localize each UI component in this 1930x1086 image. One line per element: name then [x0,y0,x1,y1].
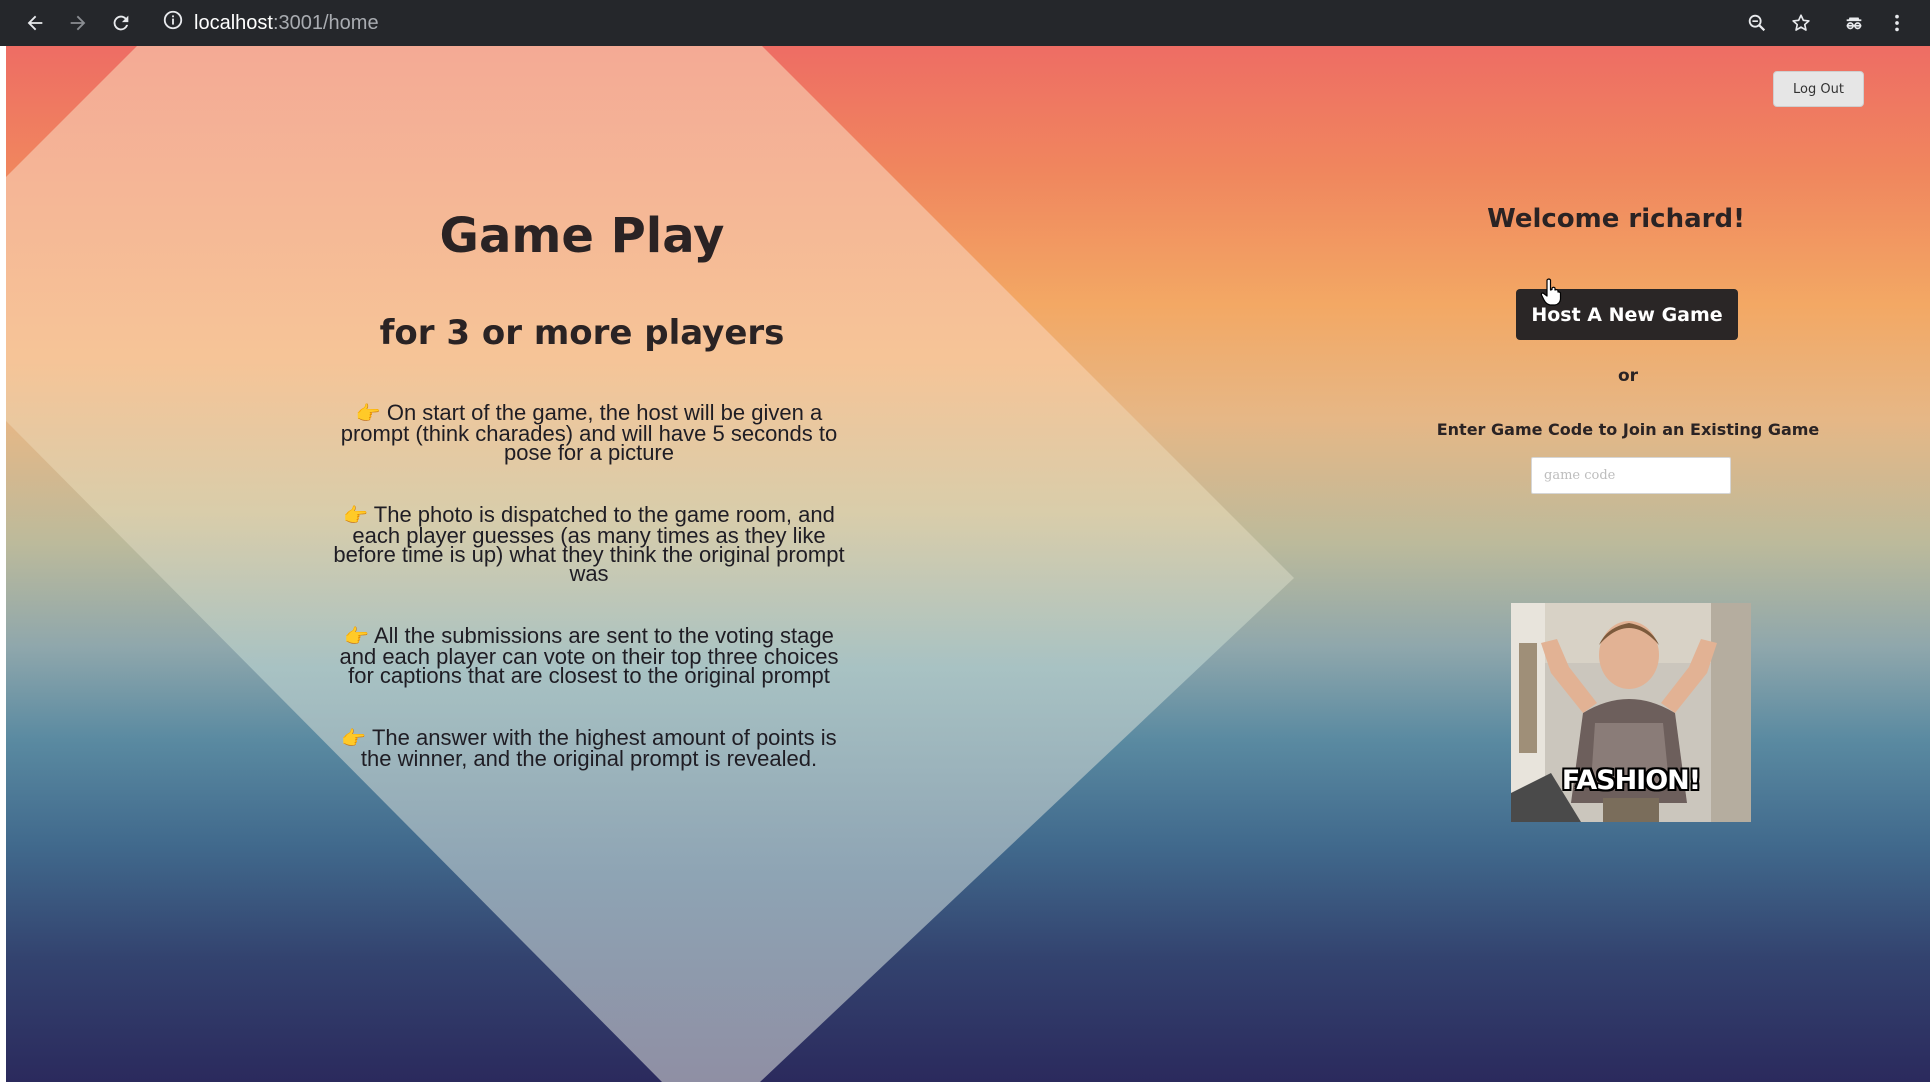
page-subtitle: for 3 or more players [379,313,785,353]
rule-text: All the submissions are sent to the voti… [339,623,839,688]
rule-item: 👉 The photo is dispatched to the game ro… [324,502,854,586]
info-icon[interactable] [162,9,184,37]
rule-item: 👉 All the submissions are sent to the vo… [324,623,854,688]
rule-item: 👉 The answer with the highest amount of … [324,725,854,771]
rule-text: The photo is dispatched to the game room… [333,502,845,586]
address-bar[interactable]: localhost:3001/home [162,8,379,38]
gif-caption: FASHION! [1561,765,1701,796]
extension-icon[interactable] [1839,8,1869,38]
game-code-input[interactable] [1531,457,1731,494]
reload-icon[interactable] [106,8,136,38]
or-separator: or [1617,366,1639,386]
rule-text: The answer with the highest amount of po… [360,725,837,771]
bookmark-star-icon[interactable] [1786,8,1816,38]
back-arrow-icon[interactable] [20,8,50,38]
page-title: Game Play [439,208,725,264]
url-host: localhost [194,11,273,34]
diamond-backdrop [6,46,1294,1082]
fashion-gif: FASHION! [1511,603,1751,822]
rules-list: 👉 On start of the game, the host will be… [324,400,854,771]
welcome-heading: Welcome richard! [1487,204,1745,234]
rule-text: On start of the game, the host will be g… [340,400,838,465]
logout-button[interactable]: Log Out [1773,71,1864,107]
home-page: Log Out Game Play for 3 or more players … [6,46,1930,1082]
join-game-label: Enter Game Code to Join an Existing Game [1436,420,1820,439]
page-bottom-edge [0,1082,1930,1086]
hand-cursor-icon [1540,278,1562,306]
url-path: :3001/home [272,11,379,34]
forward-arrow-icon[interactable] [63,8,93,38]
browser-toolbar: localhost:3001/home [0,0,1930,46]
more-menu-icon[interactable] [1882,8,1912,38]
zoom-icon[interactable] [1742,8,1772,38]
rule-item: 👉 On start of the game, the host will be… [324,400,854,465]
